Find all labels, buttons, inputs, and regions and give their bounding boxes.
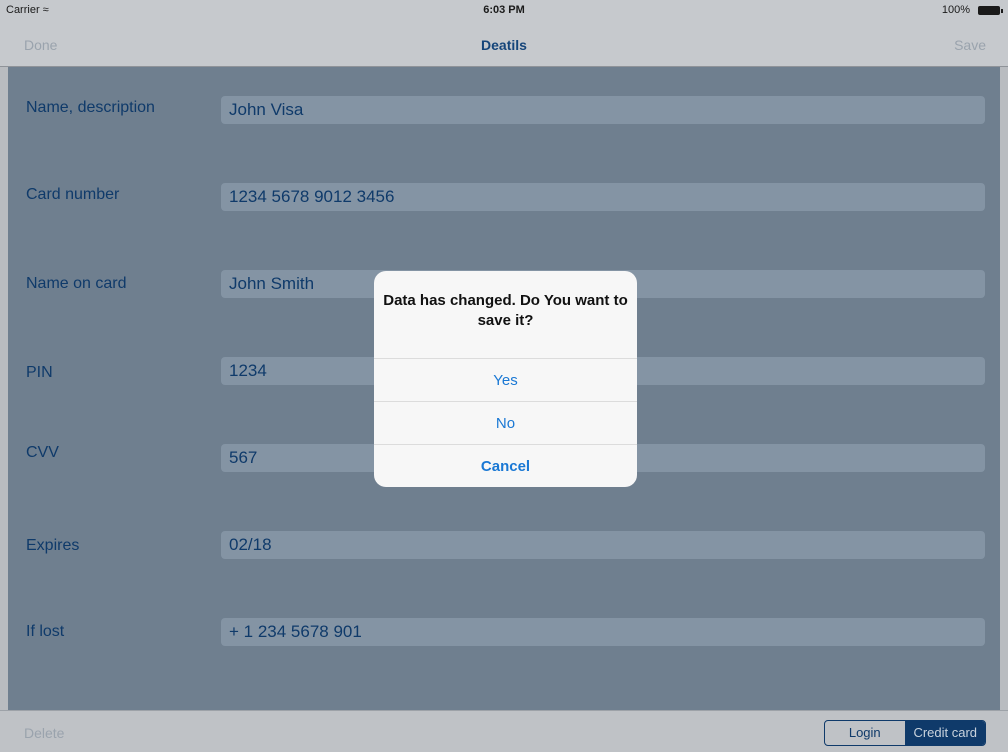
page-title: Deatils xyxy=(481,37,527,53)
card-number-field[interactable]: 1234 5678 9012 3456 xyxy=(221,183,985,211)
status-time: 6:03 PM xyxy=(483,4,525,16)
expires-field[interactable]: 02/18 xyxy=(221,531,985,559)
status-bar: Carrier ≈ 6:03 PM 100% xyxy=(0,0,1008,20)
label-pin: PIN xyxy=(26,364,53,381)
label-name-description: Name, description xyxy=(26,99,155,116)
save-button[interactable]: Save xyxy=(954,37,986,53)
label-cvv: CVV xyxy=(26,444,59,461)
navigation-bar: Done Deatils Save xyxy=(0,20,1008,67)
segment-credit-card[interactable]: Credit card xyxy=(905,721,985,745)
label-name-on-card: Name on card xyxy=(26,275,127,292)
save-alert-dialog: Data has changed. Do You want to save it… xyxy=(374,271,637,487)
alert-message: Data has changed. Do You want to save it… xyxy=(383,292,628,329)
delete-button[interactable]: Delete xyxy=(24,725,64,741)
type-segmented-control: Login Credit card xyxy=(824,720,986,746)
label-expires: Expires xyxy=(26,537,80,554)
label-card-number: Card number xyxy=(26,186,120,203)
alert-no-button[interactable]: No xyxy=(374,401,637,445)
battery-percent: 100% xyxy=(941,4,970,16)
alert-cancel-button[interactable]: Cancel xyxy=(374,444,637,487)
if-lost-field[interactable]: + 1 234 5678 901 xyxy=(221,618,985,646)
bottom-toolbar: Delete Login Credit card xyxy=(0,710,1008,752)
segment-login[interactable]: Login xyxy=(825,721,906,745)
name-description-field[interactable]: John Visa xyxy=(221,96,985,124)
label-if-lost: If lost xyxy=(26,623,65,640)
alert-yes-button[interactable]: Yes xyxy=(374,358,637,402)
battery-icon xyxy=(978,6,1003,15)
